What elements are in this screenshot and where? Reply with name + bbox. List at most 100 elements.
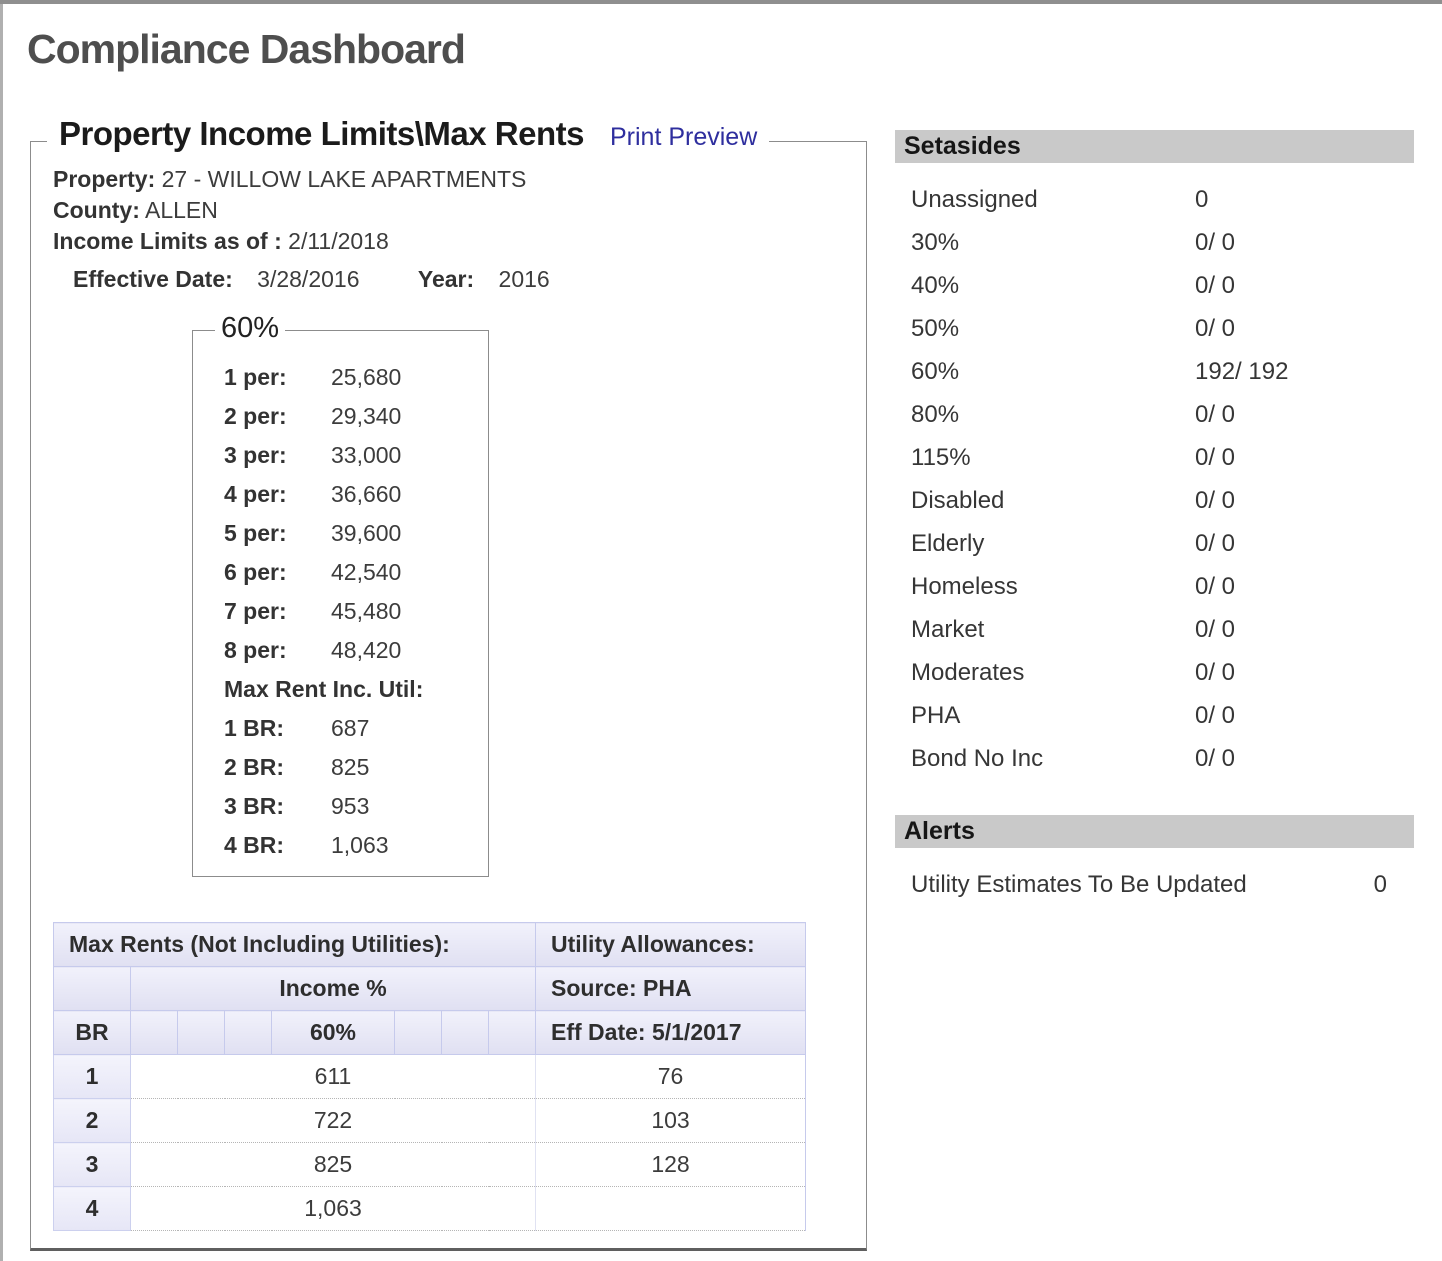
setaside-label: 60% <box>911 358 1195 386</box>
limit-row: 1 BR: 687 <box>224 709 488 748</box>
setaside-value: 0/ 0 <box>1195 315 1235 343</box>
limit-row-value: 39,600 <box>331 520 401 547</box>
setasides-header: Setasides <box>895 130 1414 163</box>
limit-row: 1 per: 25,680 <box>224 358 488 397</box>
utility-allowance-cell: 76 <box>536 1055 806 1099</box>
county-value: ALLEN <box>145 197 218 223</box>
utility-allowances-header-cell: Utility Allowances: <box>536 923 806 967</box>
print-preview-link[interactable]: Print Preview <box>610 123 757 152</box>
br-number-cell: 2 <box>54 1099 131 1143</box>
page-title: Compliance Dashboard <box>27 26 465 73</box>
limit-row-label: 4 per: <box>224 481 331 508</box>
utility-allowance-cell <box>536 1187 806 1231</box>
year-value: 2016 <box>499 266 550 292</box>
property-income-limits-panel: Property Income Limits\Max Rents Print P… <box>30 141 867 1251</box>
limit-row-label: 5 per: <box>224 520 331 547</box>
limit-row-value: 687 <box>331 715 369 742</box>
setaside-row: PHA 0/ 0 <box>895 694 1414 737</box>
setaside-row: Homeless 0/ 0 <box>895 565 1414 608</box>
setaside-value: 0/ 0 <box>1195 659 1235 687</box>
limit-row-label: 8 per: <box>224 637 331 664</box>
limit-row-label: 7 per: <box>224 598 331 625</box>
eff-date-header-cell: Eff Date: 5/1/2017 <box>536 1011 806 1055</box>
setaside-row: 115% 0/ 0 <box>895 436 1414 479</box>
limit-row-label: 2 per: <box>224 403 331 430</box>
limit-row-label: 3 per: <box>224 442 331 469</box>
setaside-value: 0 <box>1195 186 1208 214</box>
limit-row-label: Max Rent Inc. Util: <box>224 676 423 703</box>
setaside-label: Elderly <box>911 530 1195 558</box>
setaside-label: 30% <box>911 229 1195 257</box>
limit-row-value: 33,000 <box>331 442 401 469</box>
county-line: County: ALLEN <box>53 195 866 226</box>
utility-allowance-cell: 128 <box>536 1143 806 1187</box>
income-col-empty-cell <box>395 1011 442 1055</box>
table-header-row-3: BR 60% Eff Date: 5/1/2017 <box>54 1011 806 1055</box>
max-rent-cell: 825 <box>131 1143 536 1187</box>
setaside-row: 40% 0/ 0 <box>895 264 1414 307</box>
max-rent-cell: 722 <box>131 1099 536 1143</box>
setaside-value: 0/ 0 <box>1195 702 1235 730</box>
effective-date-value: 3/28/2016 <box>257 266 359 292</box>
setaside-row: Disabled 0/ 0 <box>895 479 1414 522</box>
setaside-label: 50% <box>911 315 1195 343</box>
max-rents-header-cell: Max Rents (Not Including Utilities): <box>54 923 536 967</box>
setasides-list: Unassigned 0 30% 0/ 0 40% 0/ 0 50% 0/ 0 <box>895 178 1414 780</box>
limit-row: Max Rent Inc. Util: <box>224 670 488 709</box>
alert-row: Utility Estimates To Be Updated 0 <box>895 863 1414 906</box>
income-pct-header-cell: Income % <box>131 967 536 1011</box>
setaside-value: 192/ 192 <box>1195 358 1288 386</box>
limit-row-value: 29,340 <box>331 403 401 430</box>
setaside-row: 50% 0/ 0 <box>895 307 1414 350</box>
setaside-label: 40% <box>911 272 1195 300</box>
alerts-header: Alerts <box>895 815 1414 848</box>
limit-row-value: 953 <box>331 793 369 820</box>
limit-row-label: 1 BR: <box>224 715 331 742</box>
limit-row-value: 1,063 <box>331 832 389 859</box>
setaside-row: Moderates 0/ 0 <box>895 651 1414 694</box>
setaside-value: 0/ 0 <box>1195 272 1235 300</box>
limit-row-label: 3 BR: <box>224 793 331 820</box>
year-label: Year: <box>418 266 474 292</box>
max-rent-cell: 1,063 <box>131 1187 536 1231</box>
setaside-label: PHA <box>911 702 1195 730</box>
max-rents-table: Max Rents (Not Including Utilities): Uti… <box>53 922 806 1231</box>
limit-row-value: 825 <box>331 754 369 781</box>
empty-header-cell <box>54 967 131 1011</box>
table-row: 2 722 103 <box>54 1099 806 1143</box>
limit-row: 8 per: 48,420 <box>224 631 488 670</box>
setaside-label: Bond No Inc <box>911 745 1195 773</box>
limit-row: 2 BR: 825 <box>224 748 488 787</box>
limit-row-label: 6 per: <box>224 559 331 586</box>
setaside-row: Unassigned 0 <box>895 178 1414 221</box>
limit-row-label: 4 BR: <box>224 832 331 859</box>
setaside-row: Market 0/ 0 <box>895 608 1414 651</box>
income-col-empty-cell <box>442 1011 489 1055</box>
limit-row-value: 25,680 <box>331 364 401 391</box>
limit-row-value: 48,420 <box>331 637 401 664</box>
panel-title: Property Income Limits\Max Rents <box>59 115 584 153</box>
limit-row-value: 36,660 <box>331 481 401 508</box>
alert-value: 0 <box>1374 871 1387 899</box>
income-col-empty-cell <box>131 1011 178 1055</box>
setaside-label: Homeless <box>911 573 1195 601</box>
income-limits-60pct-box: 60% 1 per: 25,680 2 per: 29,340 3 per: 3… <box>192 330 489 877</box>
table-header-row-1: Max Rents (Not Including Utilities): Uti… <box>54 923 806 967</box>
property-value: 27 - WILLOW LAKE APARTMENTS <box>162 166 527 192</box>
alerts-section: Alerts Utility Estimates To Be Updated 0 <box>895 815 1414 906</box>
br-header-cell: BR <box>54 1011 131 1055</box>
setasides-section: Setasides Unassigned 0 30% 0/ 0 40% 0/ 0 <box>895 130 1414 780</box>
limit-row-label: 2 BR: <box>224 754 331 781</box>
limit-row: 4 per: 36,660 <box>224 475 488 514</box>
effective-date-line: Effective Date: 3/28/2016 Year: 2016 <box>73 266 866 293</box>
utility-allowance-cell: 103 <box>536 1099 806 1143</box>
setaside-row: Bond No Inc 0/ 0 <box>895 737 1414 780</box>
setaside-value: 0/ 0 <box>1195 229 1235 257</box>
effective-date-label: Effective Date: <box>73 266 233 292</box>
property-info: Property: 27 - WILLOW LAKE APARTMENTS Co… <box>31 142 866 257</box>
income-col-empty-cell <box>178 1011 225 1055</box>
limit-row-value: 45,480 <box>331 598 401 625</box>
setaside-label: 115% <box>911 444 1195 472</box>
limit-row: 2 per: 29,340 <box>224 397 488 436</box>
table-row: 3 825 128 <box>54 1143 806 1187</box>
